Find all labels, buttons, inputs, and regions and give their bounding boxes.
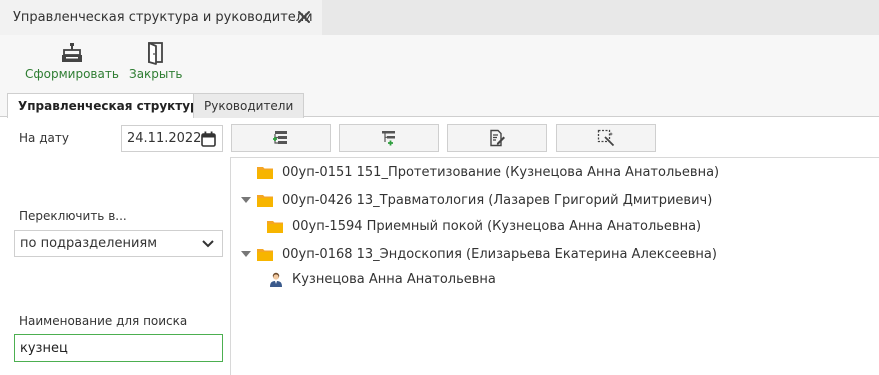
- tree-node-label: 00уп-0426 13_Травматология (Лазарев Григ…: [282, 192, 713, 208]
- tree-node[interactable]: 00уп-0151 151_Протетизование (Кузнецова …: [257, 161, 719, 183]
- select-icon: [597, 129, 615, 147]
- close-label: Закрыть: [129, 67, 183, 81]
- folder-icon: [257, 166, 273, 179]
- date-label: На дату: [19, 131, 69, 145]
- folder-icon: [267, 220, 283, 233]
- tree-node[interactable]: 00уп-0168 13_Эндоскопия (Елизарьева Екат…: [241, 243, 717, 265]
- date-value: 24.11.2022: [127, 131, 202, 146]
- tree-node-label: 00уп-1594 Приемный покой (Кузнецова Анна…: [292, 218, 702, 234]
- tree-node[interactable]: 00уп-0426 13_Травматология (Лазарев Григ…: [241, 189, 712, 211]
- form-report-icon: [61, 43, 82, 62]
- add-node-icon: [273, 131, 287, 144]
- switch-select[interactable]: по подразделениям: [14, 230, 223, 257]
- folder-icon: [257, 248, 273, 261]
- chevron-down-icon: [202, 240, 214, 248]
- folder-icon: [257, 194, 273, 207]
- switch-value: по подразделениям: [20, 236, 158, 251]
- document-tab-bar: Управленческая структура и руководители: [0, 0, 879, 35]
- calendar-icon[interactable]: [201, 131, 216, 147]
- tree-node-label: Кузнецова Анна Анатольевна: [292, 271, 496, 287]
- caret-down-icon[interactable]: [241, 196, 251, 204]
- door-icon: [147, 42, 163, 65]
- form-report-button[interactable]: Сформировать: [25, 41, 119, 81]
- document-tab-title: Управленческая структура и руководители: [13, 10, 313, 25]
- add-node-button[interactable]: [231, 124, 331, 152]
- edit-button[interactable]: [447, 124, 547, 152]
- edit-icon: [490, 129, 505, 147]
- switch-label: Переключить в...: [19, 209, 127, 223]
- tree-node-label: 00уп-0151 151_Протетизование (Кузнецова …: [282, 164, 720, 180]
- caret-down-icon[interactable]: [241, 250, 251, 258]
- structure-tree: 00уп-0151 151_Протетизование (Кузнецова …: [230, 157, 879, 375]
- person-icon: [270, 272, 282, 287]
- tab-managers[interactable]: Руководители: [193, 93, 305, 118]
- tree-node-label: 00уп-0168 13_Эндоскопия (Елизарьева Екат…: [282, 246, 717, 262]
- add-child-button[interactable]: [339, 124, 439, 152]
- select-element-button[interactable]: [556, 124, 656, 152]
- form-report-label: Сформировать: [25, 67, 119, 81]
- tab-management-structure[interactable]: Управленческая структура: [7, 93, 218, 118]
- close-button[interactable]: Закрыть: [129, 41, 182, 81]
- add-child-icon: [382, 131, 395, 146]
- document-tab[interactable]: Управленческая структура и руководители: [0, 0, 322, 35]
- view-tabs: Управленческая структура Руководители: [0, 85, 879, 118]
- date-field[interactable]: 24.11.2022: [121, 125, 223, 152]
- search-input[interactable]: [14, 334, 223, 362]
- close-icon[interactable]: [296, 9, 312, 25]
- toolbar: Сформировать Закрыть: [0, 35, 879, 85]
- tree-node[interactable]: 00уп-1594 Приемный покой (Кузнецова Анна…: [267, 215, 701, 237]
- search-label: Наименование для поиска: [19, 314, 188, 328]
- tree-node[interactable]: Кузнецова Анна Анатольевна: [269, 268, 496, 290]
